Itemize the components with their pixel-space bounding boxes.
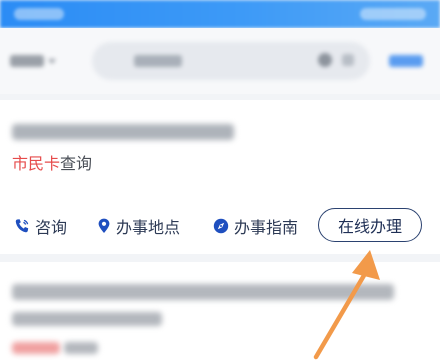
guide-button[interactable]: 办事指南: [213, 214, 298, 238]
search-input[interactable]: [92, 42, 370, 80]
search-icon[interactable]: [318, 53, 332, 67]
compass-icon: [213, 218, 229, 234]
service-tag: 市民卡查询: [12, 154, 92, 174]
online-apply-button[interactable]: 在线办理: [318, 208, 422, 242]
service-tag-blurred: [12, 342, 60, 354]
consult-button[interactable]: 咨询: [14, 214, 67, 238]
city-selector[interactable]: [10, 50, 70, 72]
status-time-blurred: [14, 8, 64, 20]
guide-label: 办事指南: [234, 218, 299, 237]
location-pin-icon: [98, 218, 110, 233]
service-title-blurred: [12, 124, 234, 140]
service-card[interactable]: 市民卡查询 咨询 办事地点 办事指南 在线办理: [0, 100, 440, 254]
location-button[interactable]: 办事地点: [97, 214, 180, 238]
service-title-blurred: [12, 284, 394, 300]
service-card[interactable]: [0, 262, 440, 360]
service-title-blurred-line2: [12, 312, 162, 326]
status-indicators-blurred: [360, 8, 426, 20]
service-tag-rest: 查询: [60, 154, 93, 173]
location-label: 办事地点: [116, 218, 181, 237]
header: [0, 28, 440, 94]
status-bar: [0, 0, 440, 28]
action-row: 咨询 办事地点 办事指南 在线办理: [0, 208, 440, 242]
consult-label: 咨询: [35, 218, 68, 237]
service-tag-blurred-rest: [64, 342, 98, 354]
search-button[interactable]: [384, 50, 428, 72]
search-button-label-blurred: [389, 55, 423, 67]
service-tag-highlight: 市民卡: [12, 154, 61, 173]
close-icon[interactable]: [342, 54, 354, 66]
chevron-down-icon: [48, 58, 56, 64]
search-placeholder-blurred: [134, 55, 182, 67]
city-selector-label-blurred: [10, 55, 44, 67]
phone-icon: [15, 219, 29, 233]
